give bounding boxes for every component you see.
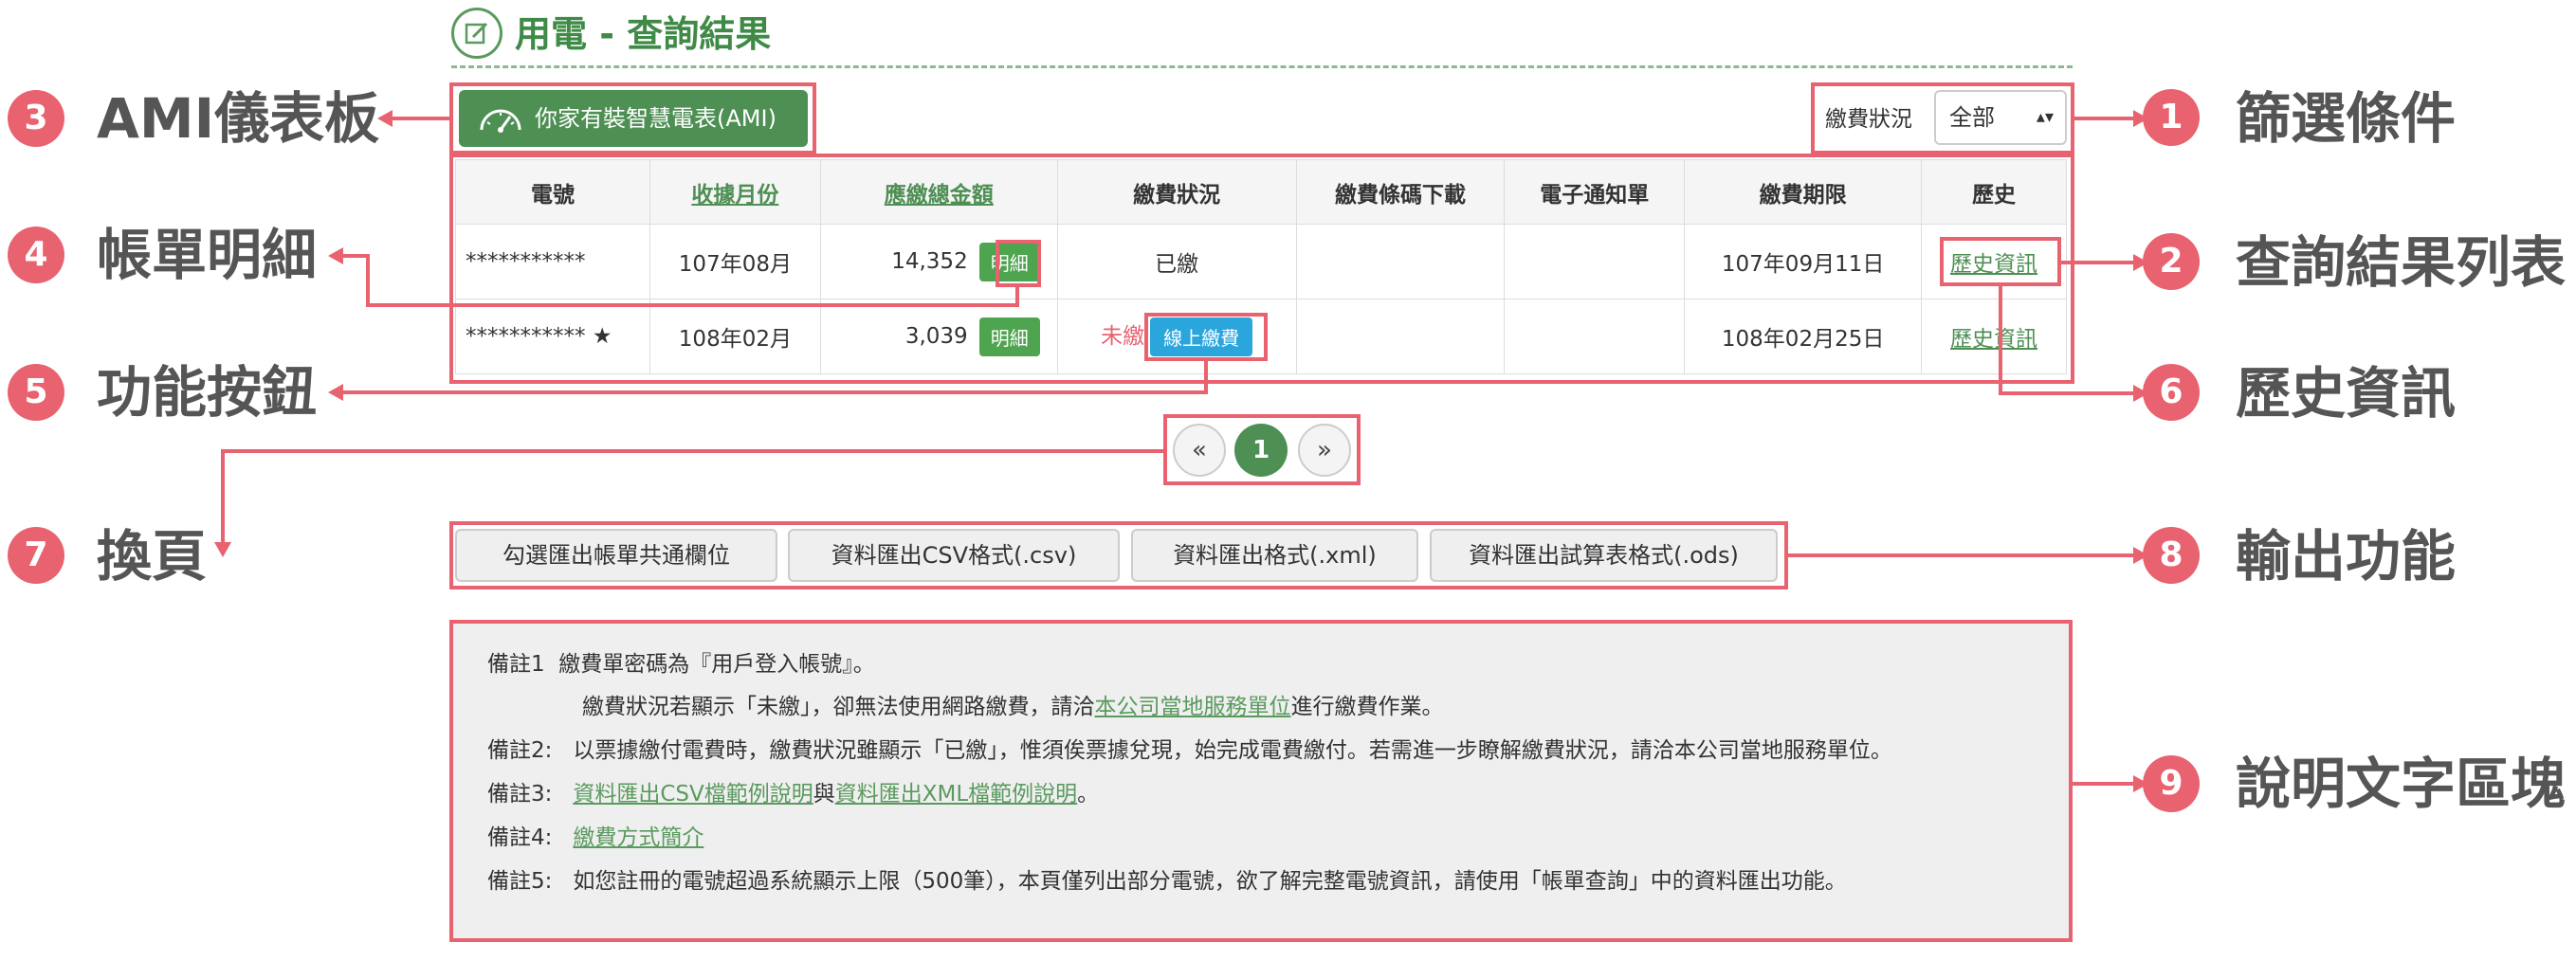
annotation-label-5: 功能按鈕 (97, 360, 318, 425)
annotation-frame-ami (449, 82, 816, 154)
title-divider (451, 65, 2073, 68)
annotation-label-4: 帳單明細 (97, 223, 318, 287)
connector-line (366, 303, 1019, 307)
annotation-frame-notes (449, 620, 2073, 942)
edit-icon (451, 8, 502, 59)
annotation-label-8: 輸出功能 (2236, 524, 2457, 589)
annotation-frame-export (449, 521, 1788, 589)
annotation-number-7: 7 (8, 527, 64, 584)
connector-line (221, 449, 1163, 453)
arrow-down-icon (214, 542, 231, 557)
annotation-number-2: 2 (2143, 233, 2200, 290)
annotation-frame-history (1940, 237, 2061, 286)
annotation-label-3: AMI儀表板 (97, 86, 380, 151)
annotation-label-7: 換頁 (97, 524, 208, 589)
arrow-left-icon (377, 110, 393, 127)
arrow-left-icon (328, 384, 343, 401)
annotation-frame-pay (1144, 313, 1268, 361)
annotation-number-4: 4 (8, 227, 64, 283)
annotation-number-1: 1 (2143, 89, 2200, 146)
annotation-number-8: 8 (2143, 527, 2200, 584)
connector-line (341, 254, 370, 258)
connector-line (2073, 782, 2135, 786)
connector-line (1204, 361, 1208, 394)
annotation-number-9: 9 (2143, 755, 2200, 812)
annotation-frame-detail (996, 240, 1041, 287)
connector-line (2074, 117, 2135, 120)
connector-line (1788, 553, 2135, 557)
annotation-label-2: 查詢結果列表 (2236, 230, 2567, 295)
connector-line (366, 254, 370, 307)
annotation-frame-filter (1811, 82, 2074, 154)
annotation-label-1: 篩選條件 (2236, 86, 2457, 151)
annotation-label-6: 歷史資訊 (2236, 361, 2457, 426)
connector-line (1999, 391, 2135, 395)
arrow-left-icon (328, 247, 343, 264)
connector-line (2061, 261, 2135, 264)
annotation-frame-pagination (1163, 414, 1361, 485)
annotation-number-6: 6 (2143, 364, 2200, 421)
annotation-label-9: 說明文字區塊 (2236, 752, 2567, 816)
annotation-number-3: 3 (8, 90, 64, 147)
annotation-number-5: 5 (8, 364, 64, 421)
connector-line (1999, 286, 2002, 395)
connector-line (221, 449, 225, 544)
connector-line (391, 117, 449, 120)
connector-line (341, 390, 1208, 394)
page-title: 用電 - 查詢結果 (515, 13, 772, 55)
